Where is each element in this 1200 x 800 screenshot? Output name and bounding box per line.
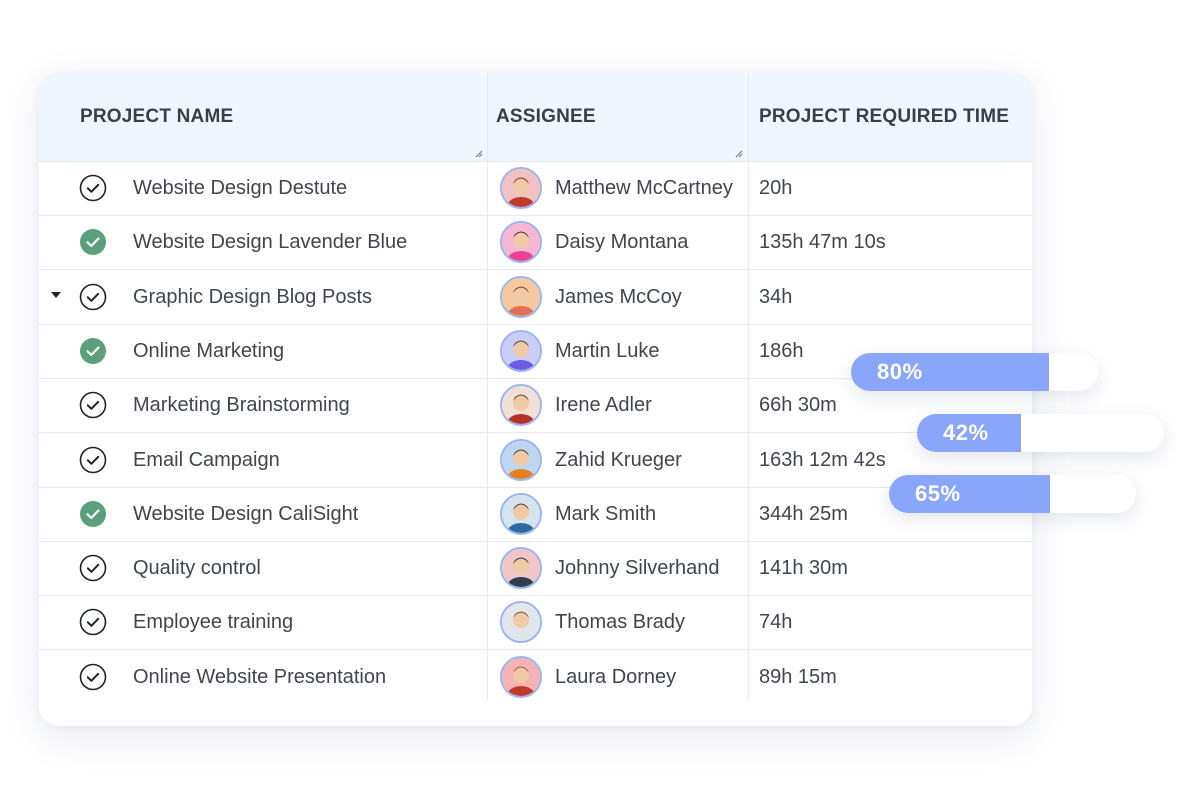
required-time: 74h xyxy=(759,611,793,634)
avatar xyxy=(500,492,542,535)
required-time: 135h 47m 10s xyxy=(759,231,886,254)
required-time: 344h 25m xyxy=(759,502,848,525)
table-row[interactable]: Website Design CaliSight Mark Smith 344h 2… xyxy=(39,487,1032,542)
table-row[interactable]: Employee training Thomas Brady 74h xyxy=(39,595,1032,651)
check-circle-filled-icon[interactable] xyxy=(79,337,107,365)
check-circle-filled-icon[interactable] xyxy=(79,228,107,256)
check-circle-outline-icon[interactable] xyxy=(79,174,107,202)
assignee-name: Mark Smith xyxy=(555,502,657,525)
required-time: 163h 12m 42s xyxy=(759,448,886,471)
check-circle-outline-icon[interactable] xyxy=(79,283,107,311)
column-header-label: ASSIGNEE xyxy=(496,106,596,127)
column-header-assignee[interactable]: ASSIGNEE xyxy=(496,73,746,161)
progress-label: 65% xyxy=(915,481,961,506)
assignee-name: Zahid Krueger xyxy=(555,448,682,471)
progress-bar: 65% xyxy=(889,475,1136,513)
project-name[interactable]: Website Design Lavender Blue xyxy=(133,215,407,269)
required-time: 20h xyxy=(759,177,793,199)
avatar xyxy=(500,167,542,209)
table-row[interactable]: Website Design Destute Matthew McCartney 2… xyxy=(39,161,1032,216)
assignee-name: Irene Adler xyxy=(555,394,652,417)
avatar xyxy=(500,655,542,698)
check-circle-outline-icon[interactable] xyxy=(79,608,107,636)
assignee-name: Martin Luke xyxy=(555,339,660,362)
assignee-name: Matthew McCartney xyxy=(555,177,733,199)
progress-label: 42% xyxy=(943,420,989,445)
project-name[interactable]: Quality control xyxy=(133,541,261,595)
check-circle-outline-icon[interactable] xyxy=(79,663,107,691)
table-row[interactable]: Graphic Design Blog Posts James McCoy 34h xyxy=(39,270,1032,325)
assignee-name: Johnny Silverhand xyxy=(555,557,720,580)
project-name[interactable]: Employee training xyxy=(133,595,293,649)
assignee-name: Daisy Montana xyxy=(555,231,689,254)
caret-down-icon[interactable] xyxy=(51,291,61,298)
table-header: PROJECT NAME ASSIGNEE PROJECT REQUIRED T… xyxy=(39,73,1032,162)
column-header-project-name[interactable]: PROJECT NAME xyxy=(80,73,486,161)
required-time: 34h xyxy=(759,285,793,308)
column-resize-handle-icon[interactable] xyxy=(475,150,483,158)
column-resize-handle-icon[interactable] xyxy=(735,150,743,158)
assignee-name: Thomas Brady xyxy=(555,611,686,634)
avatar xyxy=(500,329,542,372)
column-header-label: PROJECT REQUIRED TIME xyxy=(759,106,1010,127)
table-row[interactable]: Quality control Johnny Silverhand 141h 30m xyxy=(39,541,1032,597)
avatar xyxy=(500,221,542,264)
avatar xyxy=(500,438,542,481)
avatar xyxy=(500,547,542,590)
project-table: PROJECT NAME ASSIGNEE PROJECT REQUIRED T… xyxy=(39,73,1032,726)
check-circle-outline-icon[interactable] xyxy=(79,391,107,419)
table-row[interactable]: Online Website Presentation Laura Dorney 8… xyxy=(39,650,1032,704)
project-name[interactable]: Online Website Presentation xyxy=(133,650,386,704)
column-header-required-time[interactable]: PROJECT REQUIRED TIME xyxy=(759,73,1029,161)
progress-label: 80% xyxy=(877,359,923,384)
check-circle-outline-icon[interactable] xyxy=(79,554,107,582)
progress-bar: 80% xyxy=(851,353,1098,391)
table-row[interactable]: Email Campaign Zahid Krueger 163h 12m 42s xyxy=(39,433,1032,488)
required-time: 89h 15m xyxy=(759,665,837,688)
progress-bar: 42% xyxy=(917,414,1164,452)
column-header-label: PROJECT NAME xyxy=(80,106,234,127)
project-name[interactable]: Online Marketing xyxy=(133,324,284,378)
project-name[interactable]: Marketing Brainstorming xyxy=(133,378,350,432)
project-name[interactable]: Website Design CaliSight xyxy=(133,487,358,541)
assignee-name: Laura Dorney xyxy=(555,665,677,688)
project-name[interactable]: Email Campaign xyxy=(133,433,280,487)
check-circle-outline-icon[interactable] xyxy=(79,446,107,474)
required-time: 186h xyxy=(759,339,804,362)
assignee-name: James McCoy xyxy=(555,285,682,308)
required-time: 66h 30m xyxy=(759,394,837,417)
progress-fill xyxy=(889,475,1050,513)
avatar xyxy=(500,601,542,644)
table-row[interactable]: Website Design Lavender Blue Daisy Montan… xyxy=(39,215,1032,271)
avatar xyxy=(500,275,542,318)
project-name[interactable]: Website Design Destute xyxy=(133,161,347,215)
required-time: 141h 30m xyxy=(759,557,848,580)
check-circle-filled-icon[interactable] xyxy=(79,500,107,528)
project-name[interactable]: Graphic Design Blog Posts xyxy=(133,270,372,324)
avatar xyxy=(500,384,542,427)
